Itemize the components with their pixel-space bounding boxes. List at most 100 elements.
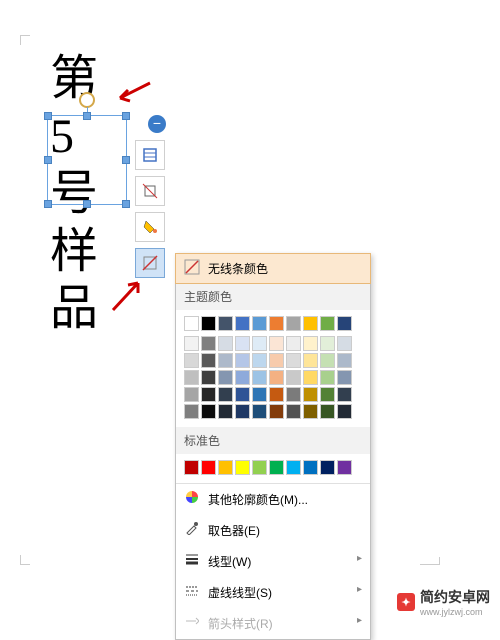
resize-handle[interactable] <box>44 112 52 120</box>
eyedropper-item[interactable]: 取色器(E) <box>176 515 370 546</box>
color-swatch[interactable] <box>184 370 199 385</box>
color-swatch[interactable] <box>303 336 318 351</box>
color-swatch[interactable] <box>201 336 216 351</box>
color-swatch[interactable] <box>320 387 335 402</box>
rotate-handle-icon[interactable] <box>79 92 95 108</box>
annotation-arrow-2 <box>108 275 148 315</box>
layout-options-button[interactable] <box>135 140 165 170</box>
dash-style-item[interactable]: 虚线线型(S) ▸ <box>176 577 370 608</box>
color-swatch[interactable] <box>218 370 233 385</box>
color-swatch[interactable] <box>235 353 250 368</box>
color-swatch[interactable] <box>218 336 233 351</box>
resize-handle[interactable] <box>44 200 52 208</box>
color-swatch[interactable] <box>320 370 335 385</box>
resize-handle[interactable] <box>122 112 130 120</box>
resize-handle[interactable] <box>122 200 130 208</box>
color-swatch[interactable] <box>184 316 199 331</box>
annotation-arrow-1 <box>112 78 152 108</box>
color-swatch[interactable] <box>320 404 335 419</box>
color-swatch[interactable] <box>235 316 250 331</box>
color-swatch[interactable] <box>337 353 352 368</box>
color-swatch[interactable] <box>218 460 233 475</box>
color-swatch[interactable] <box>269 387 284 402</box>
color-swatch[interactable] <box>235 387 250 402</box>
color-swatch[interactable] <box>286 387 301 402</box>
color-swatch[interactable] <box>218 353 233 368</box>
color-swatch[interactable] <box>252 316 267 331</box>
color-swatch[interactable] <box>303 353 318 368</box>
color-swatch[interactable] <box>184 460 199 475</box>
color-swatch[interactable] <box>269 460 284 475</box>
resize-handle[interactable] <box>44 156 52 164</box>
color-swatch[interactable] <box>252 336 267 351</box>
color-swatch[interactable] <box>235 370 250 385</box>
color-swatch[interactable] <box>269 404 284 419</box>
fill-icon <box>142 219 158 235</box>
color-swatch[interactable] <box>320 336 335 351</box>
color-swatch[interactable] <box>286 370 301 385</box>
color-swatch[interactable] <box>269 316 284 331</box>
color-swatch[interactable] <box>201 387 216 402</box>
color-swatch[interactable] <box>252 353 267 368</box>
fill-button[interactable] <box>135 212 165 242</box>
color-swatch[interactable] <box>320 316 335 331</box>
line-style-item[interactable]: 线型(W) ▸ <box>176 546 370 577</box>
color-swatch[interactable] <box>252 387 267 402</box>
color-swatch[interactable] <box>184 387 199 402</box>
color-swatch[interactable] <box>252 370 267 385</box>
resize-handle[interactable] <box>83 200 91 208</box>
weight-icon <box>184 552 200 568</box>
color-swatch[interactable] <box>286 316 301 331</box>
color-swatch[interactable] <box>269 370 284 385</box>
color-swatch[interactable] <box>184 353 199 368</box>
color-swatch[interactable] <box>235 460 250 475</box>
color-swatch[interactable] <box>320 353 335 368</box>
color-swatch[interactable] <box>201 460 216 475</box>
color-swatch[interactable] <box>303 370 318 385</box>
outline-icon <box>142 255 158 271</box>
color-swatch[interactable] <box>269 336 284 351</box>
color-swatch[interactable] <box>286 336 301 351</box>
color-swatch[interactable] <box>269 353 284 368</box>
theme-color-grid <box>176 310 370 427</box>
color-swatch[interactable] <box>201 404 216 419</box>
color-swatch[interactable] <box>303 460 318 475</box>
remove-button[interactable]: − <box>148 115 166 133</box>
color-swatch[interactable] <box>218 404 233 419</box>
color-swatch[interactable] <box>337 387 352 402</box>
color-swatch[interactable] <box>252 460 267 475</box>
color-swatch[interactable] <box>201 316 216 331</box>
color-swatch[interactable] <box>184 336 199 351</box>
color-swatch[interactable] <box>320 460 335 475</box>
color-swatch[interactable] <box>201 370 216 385</box>
textbox-selection[interactable] <box>47 115 127 205</box>
menu-label: 其他轮廓颜色(M)... <box>208 493 308 507</box>
color-swatch[interactable] <box>337 404 352 419</box>
color-swatch[interactable] <box>337 460 352 475</box>
crop-button[interactable] <box>135 176 165 206</box>
more-colors-item[interactable]: 其他轮廓颜色(M)... <box>176 484 370 515</box>
layout-icon <box>142 147 158 163</box>
resize-handle[interactable] <box>83 112 91 120</box>
submenu-arrow-icon: ▸ <box>357 553 362 564</box>
color-swatch[interactable] <box>286 460 301 475</box>
color-swatch[interactable] <box>337 370 352 385</box>
color-swatch[interactable] <box>201 353 216 368</box>
color-swatch[interactable] <box>235 336 250 351</box>
no-line-color-item[interactable]: 无线条颜色 <box>175 253 371 284</box>
color-swatch[interactable] <box>184 404 199 419</box>
color-swatch[interactable] <box>303 316 318 331</box>
color-swatch[interactable] <box>286 404 301 419</box>
color-swatch[interactable] <box>303 404 318 419</box>
color-swatch[interactable] <box>218 387 233 402</box>
color-swatch[interactable] <box>235 404 250 419</box>
resize-handle[interactable] <box>122 156 130 164</box>
color-swatch[interactable] <box>218 316 233 331</box>
color-swatch[interactable] <box>337 316 352 331</box>
dashes-icon <box>184 583 200 599</box>
outline-button[interactable] <box>135 248 165 278</box>
color-swatch[interactable] <box>337 336 352 351</box>
color-swatch[interactable] <box>303 387 318 402</box>
color-swatch[interactable] <box>252 404 267 419</box>
color-swatch[interactable] <box>286 353 301 368</box>
